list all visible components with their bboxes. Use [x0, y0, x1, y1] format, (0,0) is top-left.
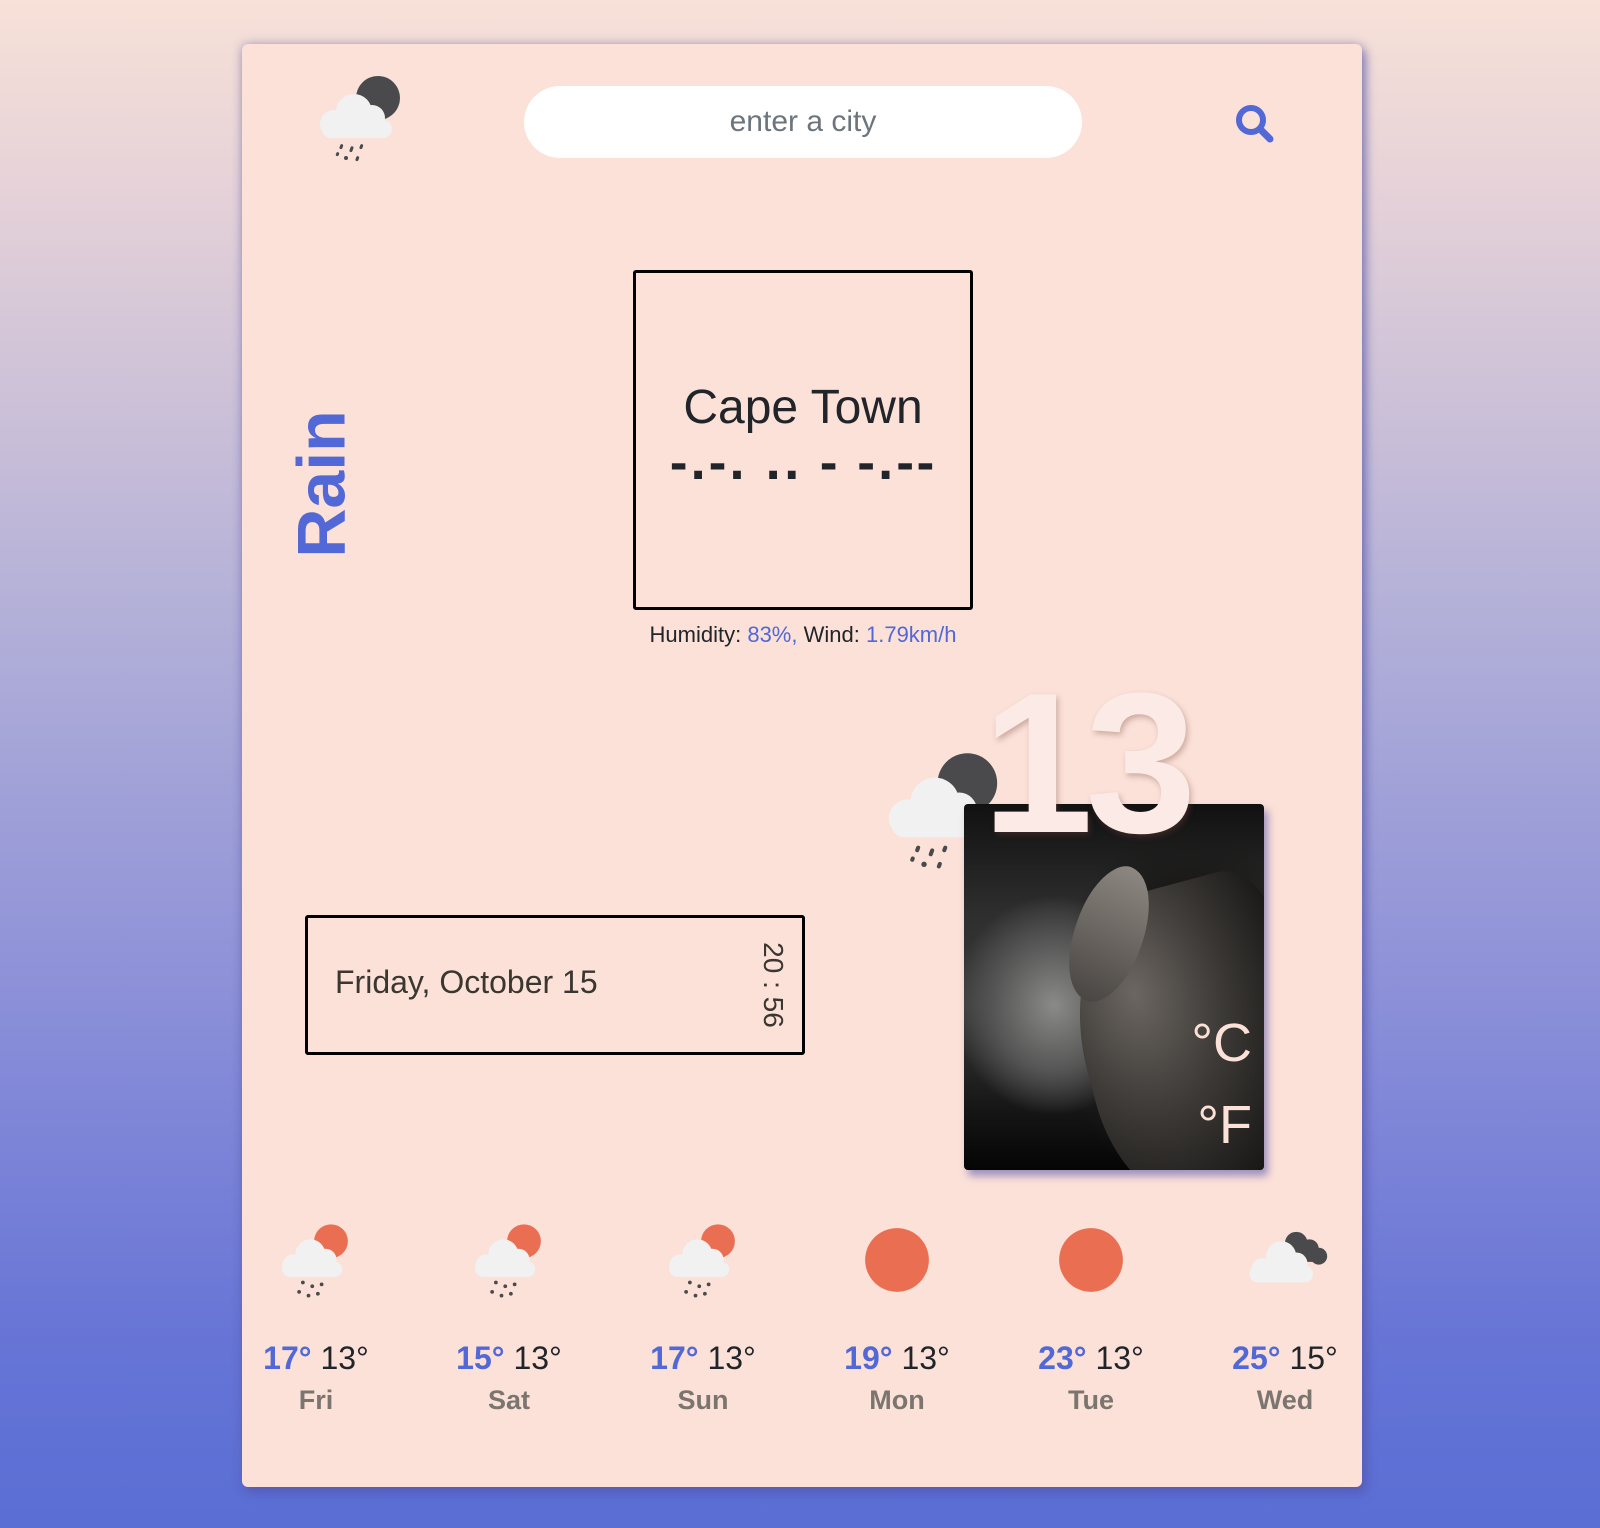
rain-sun-icon — [282, 1224, 348, 1298]
forecast-day-name: Sat — [487, 1385, 531, 1415]
forecast-day-name: Wed — [1256, 1385, 1314, 1415]
forecast-day-name: Mon — [869, 1385, 925, 1415]
condition-label: Rain — [284, 410, 361, 558]
sun-icon — [1059, 1228, 1123, 1292]
forecast-max: 17° — [650, 1340, 699, 1376]
forecast-day-name: Fri — [298, 1385, 334, 1415]
sun-icon — [865, 1228, 929, 1292]
search-icon — [1236, 104, 1274, 142]
current-time-wrap: 20 : 56 — [748, 918, 798, 1052]
forecast-day: 17° 13° Sun — [623, 1214, 783, 1416]
celsius-toggle[interactable]: °C — [1191, 1012, 1252, 1074]
city-morse-code: -.-. .. - -.-- — [669, 439, 937, 490]
city-search-input[interactable] — [524, 86, 1082, 158]
current-temperature: 13 — [982, 652, 1196, 875]
forecast-max: 15° — [456, 1340, 505, 1376]
forecast-day: 17° 13° Fri — [236, 1214, 396, 1416]
forecast-row: 17° 13° Fri 15° 13° Sat 17° 13° Sun 19° … — [242, 1214, 1362, 1444]
current-time: 20 : 56 — [758, 942, 790, 1028]
weather-condition: Rain — [272, 384, 372, 584]
current-date: Friday, October 15 — [335, 964, 598, 1000]
forecast-min: 13° — [707, 1340, 756, 1376]
humidity-label: Humidity: — [649, 622, 742, 647]
forecast-day-name: Sun — [677, 1385, 729, 1415]
rain-sun-icon — [669, 1224, 735, 1298]
city-name: Cape Town — [683, 381, 923, 434]
forecast-max: 25° — [1232, 1340, 1281, 1376]
forecast-max: 19° — [844, 1340, 893, 1376]
weather-card: Rain Cape Town -.-. .. - -.-- Humidity: … — [242, 44, 1362, 1487]
forecast-min: 13° — [901, 1340, 950, 1376]
wind-label: Wind: — [803, 622, 860, 647]
forecast-min: 13° — [320, 1340, 369, 1376]
forecast-day: 23° 13° Tue — [1011, 1214, 1171, 1416]
forecast-min: 15° — [1289, 1340, 1338, 1376]
forecast-day-name: Tue — [1068, 1385, 1114, 1415]
forecast-day: 25° 15° Wed — [1205, 1214, 1365, 1416]
rain-sun-icon — [475, 1224, 541, 1298]
wind-value: 1.79km/h — [865, 622, 957, 647]
rain-night-icon — [320, 76, 400, 162]
humidity-value: 83%, — [747, 622, 798, 647]
forecast-min: 13° — [513, 1340, 562, 1376]
forecast-max: 17° — [263, 1340, 312, 1376]
forecast-day: 15° 13° Sat — [429, 1214, 589, 1416]
fahrenheit-toggle[interactable]: °F — [1197, 1094, 1252, 1156]
forecast-day: 19° 13° Mon — [817, 1214, 977, 1416]
date-time-panel: Friday, October 15 20 : 56 — [305, 915, 805, 1055]
weather-stats: Humidity: 83%, Wind: 1.79km/h — [633, 622, 973, 648]
city-panel: Cape Town -.-. .. - -.-- — [633, 270, 973, 610]
forecast-min: 13° — [1095, 1340, 1144, 1376]
search-button[interactable] — [1230, 100, 1280, 150]
cloudy-icon — [1249, 1231, 1328, 1283]
forecast-max: 23° — [1038, 1340, 1087, 1376]
